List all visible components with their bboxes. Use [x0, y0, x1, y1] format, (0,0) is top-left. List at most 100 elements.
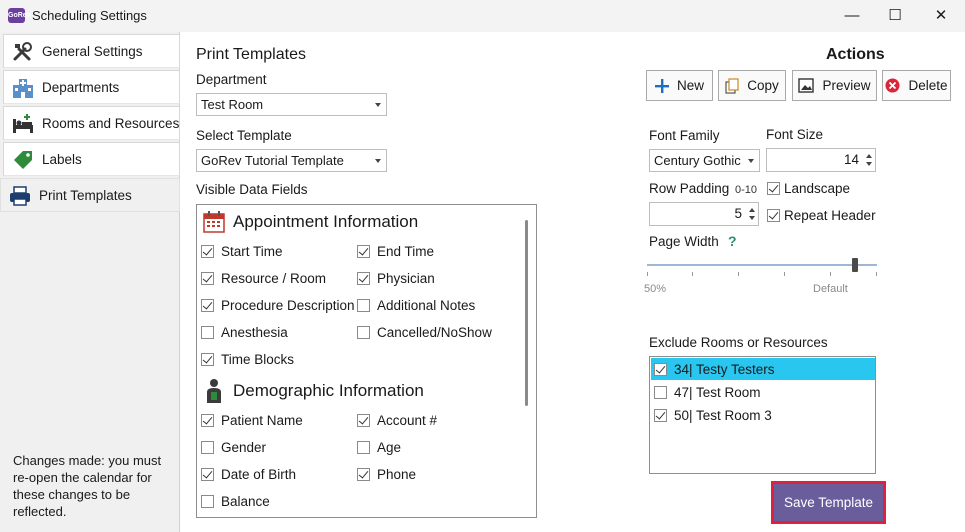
- preview-icon: [798, 78, 815, 93]
- new-button-label: New: [676, 78, 704, 93]
- field-time-blocks-checkbox[interactable]: Time Blocks: [201, 352, 294, 367]
- spin-up-icon[interactable]: [749, 208, 755, 212]
- sidebar-item-print-templates[interactable]: Print Templates: [0, 178, 180, 212]
- sidebar-item-label: Labels: [42, 152, 82, 167]
- field-anesthesia-checkbox[interactable]: Anesthesia: [201, 325, 288, 340]
- save-template-label: Save Template: [783, 495, 874, 510]
- department-label: Department: [196, 72, 267, 87]
- sidebar: General Settings Departments Rooms and R…: [0, 32, 180, 532]
- repeat-header-label: Repeat Header: [784, 208, 876, 223]
- repeat-header-checkbox[interactable]: Repeat Header: [767, 208, 876, 223]
- font-size-value: 14: [843, 152, 859, 167]
- checkbox-box: [201, 326, 214, 339]
- checkbox-box: [654, 385, 667, 399]
- minimize-button[interactable]: —: [829, 0, 875, 32]
- field-label: Phone: [377, 467, 417, 482]
- page-width-min-label: 50%: [644, 283, 667, 295]
- page-width-slider-thumb[interactable]: [852, 258, 858, 272]
- chevron-down-icon: [375, 103, 381, 107]
- spin-down-icon[interactable]: [866, 162, 872, 166]
- demographic-section-title: Demographic Information: [233, 381, 424, 400]
- field-phone-checkbox[interactable]: Phone: [357, 467, 416, 482]
- spin-down-icon[interactable]: [749, 216, 755, 220]
- copy-icon: [725, 77, 739, 94]
- row-padding-stepper[interactable]: 5: [649, 202, 759, 226]
- field-label: Balance: [221, 494, 270, 509]
- font-family-select[interactable]: Century Gothic: [649, 149, 760, 172]
- field-procedure-description-checkbox[interactable]: Procedure Description: [201, 298, 355, 313]
- checkbox-box: [357, 326, 370, 339]
- exclude-item-47[interactable]: 47| Test Room: [651, 381, 875, 403]
- field-date-of-birth-checkbox[interactable]: Date of Birth: [201, 467, 296, 482]
- checkbox-box: [201, 245, 214, 258]
- sidebar-item-label: Rooms and Resources: [42, 116, 180, 131]
- landscape-checkbox[interactable]: Landscape: [767, 181, 850, 196]
- tools-icon: [13, 42, 32, 61]
- department-select[interactable]: Test Room: [196, 93, 387, 116]
- sidebar-item-departments[interactable]: Departments: [3, 70, 180, 104]
- help-icon[interactable]: ?: [728, 233, 737, 249]
- exclude-list: 34| Testy Testers 47| Test Room 50| Test…: [649, 356, 876, 474]
- field-patient-name-checkbox[interactable]: Patient Name: [201, 413, 303, 428]
- exclude-item-34[interactable]: 34| Testy Testers: [651, 358, 875, 380]
- template-select[interactable]: GoRev Tutorial Template: [196, 149, 387, 172]
- checkbox-box: [201, 468, 214, 481]
- slider-tick: [830, 272, 831, 276]
- exclude-item-50[interactable]: 50| Test Room 3: [651, 404, 875, 426]
- new-button[interactable]: New: [646, 70, 713, 101]
- sidebar-item-labels[interactable]: Labels: [3, 142, 180, 176]
- field-balance-checkbox[interactable]: Balance: [201, 494, 270, 509]
- department-value: Test Room: [201, 97, 264, 112]
- checkbox-box: [201, 353, 214, 366]
- font-family-label: Font Family: [649, 128, 720, 143]
- row-padding-range: 0-10: [735, 184, 758, 196]
- checkbox-box: [357, 245, 370, 258]
- field-label: Account #: [377, 413, 438, 428]
- checkbox-box: [201, 414, 214, 427]
- page-width-slider-track[interactable]: [647, 264, 877, 266]
- field-label: Resource / Room: [221, 271, 327, 286]
- sidebar-item-rooms-and-resources[interactable]: Rooms and Resources: [3, 106, 180, 140]
- maximize-button[interactable]: ☐: [872, 0, 918, 32]
- font-size-stepper[interactable]: 14: [766, 148, 876, 172]
- field-label: Anesthesia: [221, 325, 288, 340]
- field-physician-checkbox[interactable]: Physician: [357, 271, 435, 286]
- field-gender-checkbox[interactable]: Gender: [201, 440, 266, 455]
- field-end-time-checkbox[interactable]: End Time: [357, 244, 434, 259]
- checkbox-box: [357, 414, 370, 427]
- field-additional-notes-checkbox[interactable]: Additional Notes: [357, 298, 475, 313]
- sidebar-item-label: Print Templates: [39, 188, 132, 203]
- window-title: Scheduling Settings: [32, 8, 147, 23]
- checkbox-box: [201, 441, 214, 454]
- field-start-time-checkbox[interactable]: Start Time: [201, 244, 283, 259]
- field-age-checkbox[interactable]: Age: [357, 440, 401, 455]
- sidebar-item-general-settings[interactable]: General Settings: [3, 34, 180, 68]
- checkbox-box: [201, 495, 214, 508]
- changes-note: Changes made: you must re-open the calen…: [13, 453, 162, 519]
- checkbox-box: [767, 182, 780, 195]
- row-padding-label: Row Padding: [649, 181, 730, 196]
- fields-scrollbar[interactable]: [525, 220, 528, 406]
- field-label: Additional Notes: [377, 298, 476, 313]
- bed-icon: [13, 114, 33, 133]
- preview-button[interactable]: Preview: [792, 70, 877, 101]
- field-label: Patient Name: [221, 413, 303, 428]
- checkbox-box: [201, 299, 214, 312]
- row-padding-value: 5: [734, 206, 742, 221]
- field-resource-room-checkbox[interactable]: Resource / Room: [201, 271, 326, 286]
- field-cancelled-noshow-checkbox[interactable]: Cancelled/NoShow: [357, 325, 492, 340]
- delete-button[interactable]: Delete: [882, 70, 951, 101]
- select-template-label: Select Template: [196, 128, 292, 143]
- close-button[interactable]: ✕: [918, 0, 964, 32]
- field-label: Cancelled/NoShow: [377, 325, 492, 340]
- calendar-icon: [203, 211, 225, 233]
- spin-up-icon[interactable]: [866, 154, 872, 158]
- field-label: Gender: [221, 440, 267, 455]
- field-account-number-checkbox[interactable]: Account #: [357, 413, 437, 428]
- checkbox-box: [201, 272, 214, 285]
- app-logo-icon: GoRev: [8, 8, 31, 23]
- save-template-button[interactable]: Save Template: [771, 481, 886, 524]
- copy-button[interactable]: Copy: [718, 70, 786, 101]
- chevron-down-icon: [375, 159, 381, 163]
- sidebar-item-label: General Settings: [42, 44, 143, 59]
